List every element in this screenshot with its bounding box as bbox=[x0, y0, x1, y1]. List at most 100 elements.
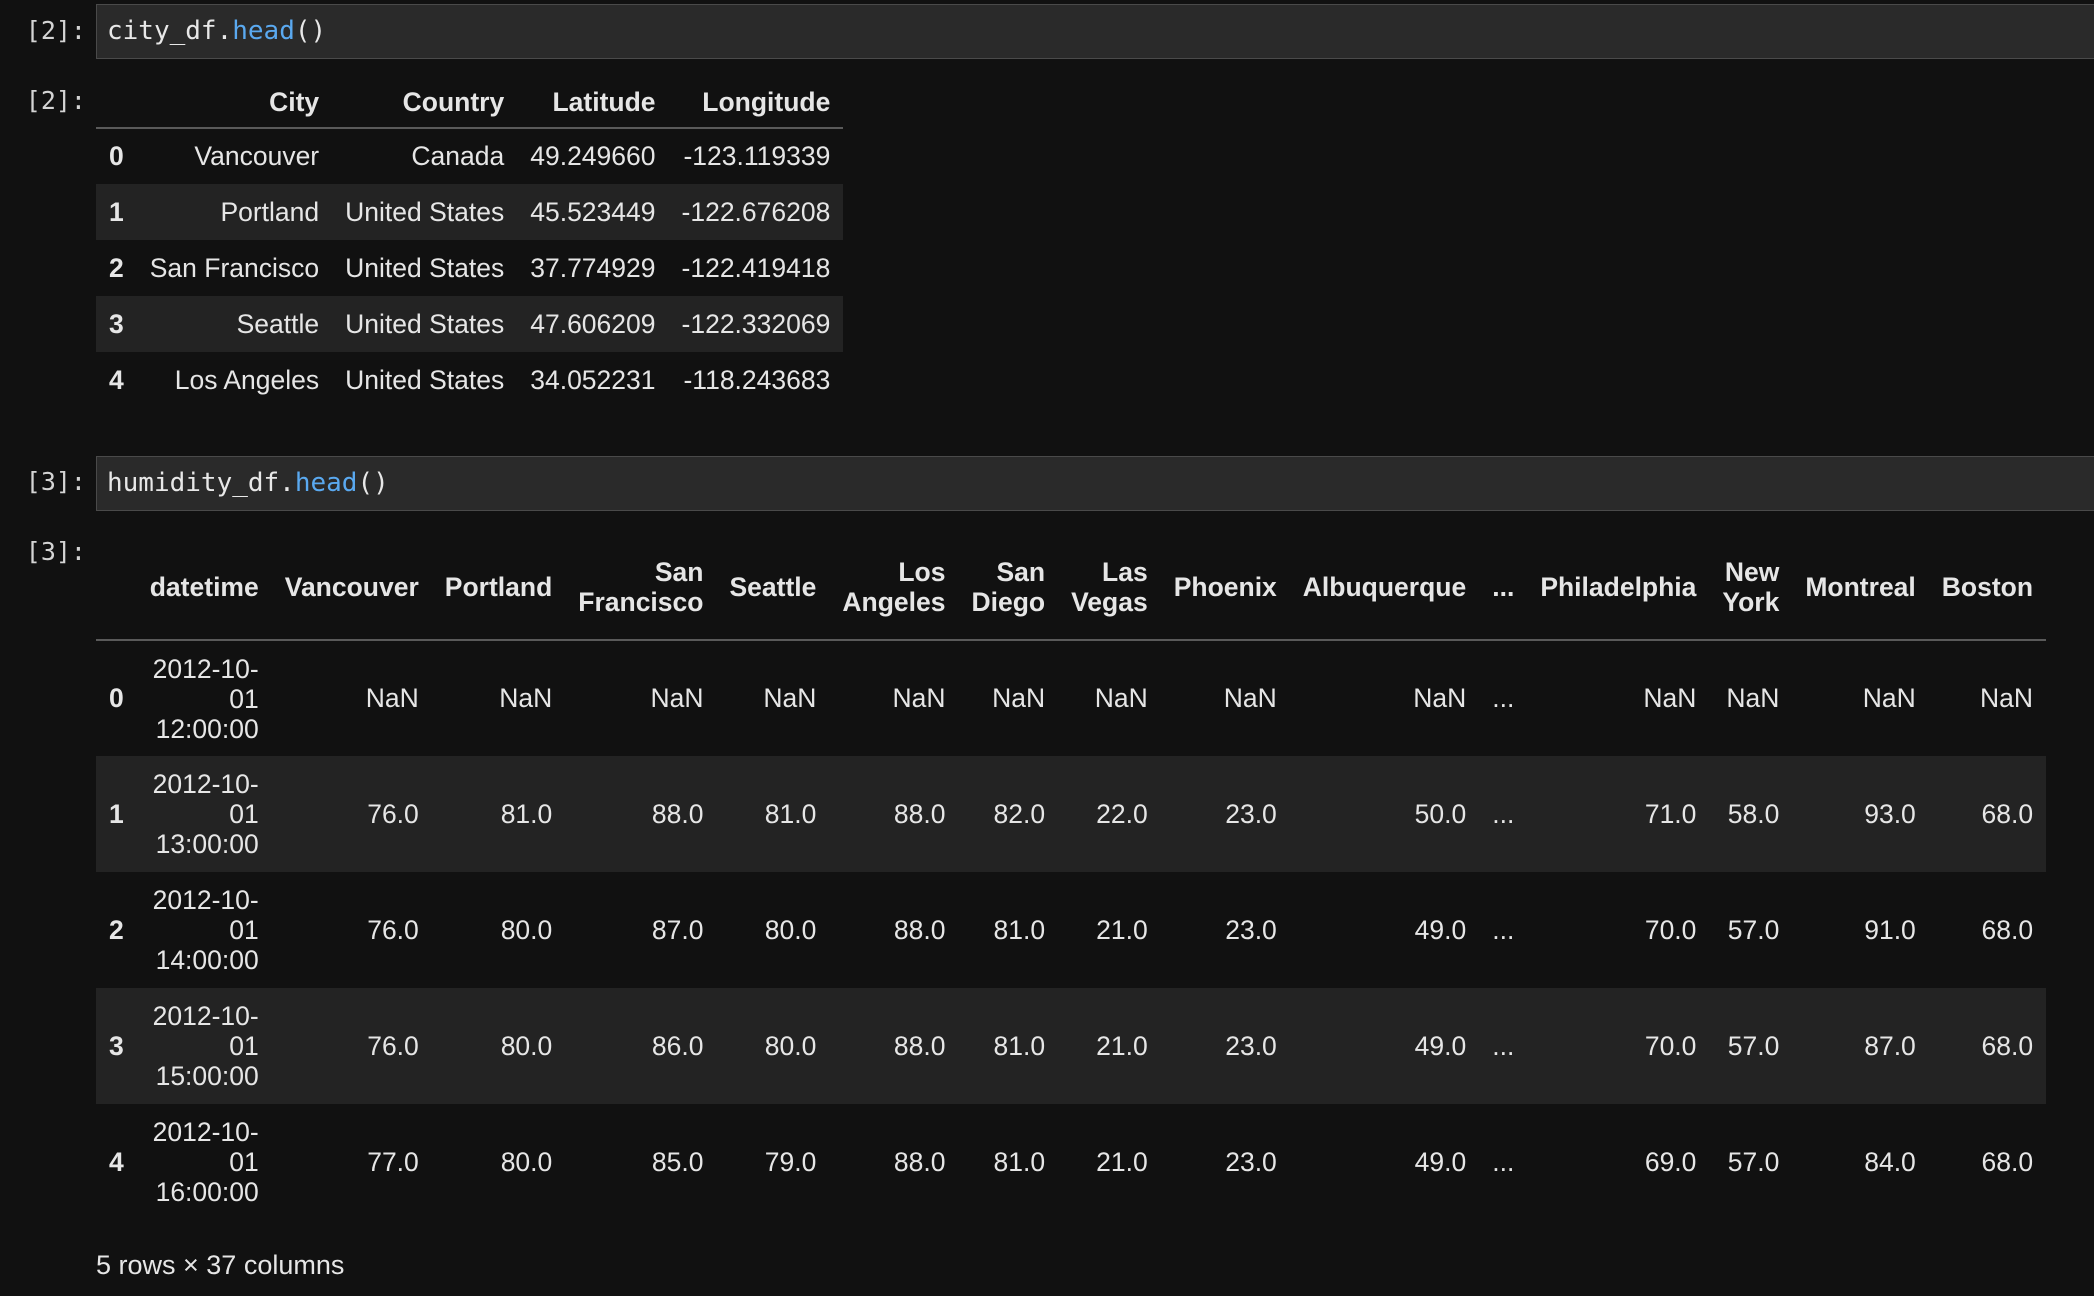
cell-phoenix: 23.0 bbox=[1225, 798, 1277, 829]
cell-albuquerque: 49.0 bbox=[1414, 914, 1467, 945]
column-header-albuquerque: Albuquerque bbox=[1289, 535, 1480, 641]
cell-country: Canada bbox=[411, 141, 505, 171]
datetime-part: 2012-10- bbox=[152, 1117, 259, 1147]
cell-country: United States bbox=[345, 196, 505, 227]
column-header-text: York bbox=[1722, 587, 1780, 617]
cell-ellipsis: ... bbox=[1492, 683, 1515, 713]
cell-datetime: 2012-10- 01 16:00:00 bbox=[137, 1104, 272, 1220]
cell-latitude: 49.249660 bbox=[530, 141, 656, 171]
code-args: () bbox=[294, 16, 327, 46]
cell-ellipsis: ... bbox=[1492, 798, 1515, 829]
cell-san-diego: 81.0 bbox=[993, 1146, 1046, 1177]
cell-san-diego: 82.0 bbox=[993, 798, 1046, 829]
cell-las-vegas: 22.0 bbox=[1096, 798, 1148, 829]
table-row: 2 San Francisco United States 37.774929 -122… bbox=[96, 240, 843, 296]
table-row: 4 2012-10- 01 16:00:00 77.0 80.0 85.0 79.0 88.0 8… bbox=[96, 1104, 2046, 1220]
column-header-text: Boston bbox=[1941, 572, 2034, 602]
cell-latitude: 37.774929 bbox=[530, 252, 656, 283]
cell-seattle: 81.0 bbox=[764, 798, 817, 829]
cell-philadelphia: 71.0 bbox=[1644, 798, 1697, 829]
cell-new-york: 57.0 bbox=[1727, 914, 1780, 945]
index-header bbox=[96, 535, 137, 641]
cell-2-code-editor[interactable]: city_df.head() bbox=[96, 4, 2094, 59]
column-header-text: Angeles bbox=[842, 587, 946, 617]
cell-vancouver: 77.0 bbox=[367, 1146, 419, 1177]
cell-datetime: 2012-10- 01 15:00:00 bbox=[137, 988, 272, 1104]
cell-montreal: 91.0 bbox=[1864, 914, 1916, 945]
column-header-los-angeles: Los Angeles bbox=[829, 535, 959, 641]
cell-portland: 80.0 bbox=[500, 1030, 553, 1061]
cell-boston: NaN bbox=[1980, 683, 2034, 713]
cell-los-angeles: 88.0 bbox=[893, 1030, 946, 1061]
row-index: 3 bbox=[109, 308, 124, 339]
cell-longitude: -118.243683 bbox=[683, 364, 831, 395]
cell-ellipsis: ... bbox=[1492, 914, 1515, 945]
cell-city: Los Angeles bbox=[174, 364, 320, 395]
datetime-part: 16:00:00 bbox=[155, 1177, 259, 1207]
row-index: 0 bbox=[109, 141, 124, 171]
cell-phoenix: 23.0 bbox=[1225, 1146, 1277, 1177]
cell-las-vegas: 21.0 bbox=[1096, 1146, 1148, 1177]
table-header-row: datetime Vancouver Portland San Francisco Sea… bbox=[96, 535, 2047, 641]
column-header-text: ... bbox=[1492, 572, 1515, 602]
cell-san-francisco: NaN bbox=[650, 683, 704, 713]
datetime-part: 01 bbox=[229, 1031, 259, 1061]
column-header-text: Vancouver bbox=[284, 572, 419, 602]
code-args: () bbox=[357, 468, 389, 498]
column-header-portland: Portland bbox=[431, 535, 566, 641]
table-row: 0 Vancouver Canada 49.249660 -123.119339 bbox=[96, 128, 843, 184]
cell-las-vegas: NaN bbox=[1094, 683, 1148, 713]
cell-san-francisco: 86.0 bbox=[651, 1030, 704, 1061]
cell-los-angeles: 88.0 bbox=[893, 1146, 946, 1177]
column-header-text: Montreal bbox=[1805, 572, 1916, 602]
column-header-ellipsis: ... bbox=[1479, 535, 1528, 641]
cell-philadelphia: 69.0 bbox=[1644, 1146, 1697, 1177]
cell-portland: 81.0 bbox=[500, 798, 553, 829]
cell-montreal: 87.0 bbox=[1864, 1030, 1916, 1061]
cell-las-vegas: 21.0 bbox=[1096, 914, 1148, 945]
cell-datetime: 2012-10- 01 13:00:00 bbox=[137, 756, 272, 872]
cell-seattle: 80.0 bbox=[764, 1030, 817, 1061]
column-header-datetime: datetime bbox=[136, 535, 272, 641]
table-row: 4 Los Angeles United States 34.052231 -118.2… bbox=[96, 352, 843, 408]
cell-vancouver: NaN bbox=[365, 683, 419, 713]
column-header-philadelphia: Philadelphia bbox=[1527, 535, 1710, 641]
column-header-text: Philadelphia bbox=[1540, 572, 1697, 602]
cell-country: United States bbox=[345, 308, 505, 339]
column-header-latitude: Latitude bbox=[517, 78, 669, 129]
datetime-part: 01 bbox=[229, 683, 259, 714]
cell-2-input-prompt: [2]: bbox=[25, 16, 86, 45]
column-header-text: San bbox=[996, 557, 1046, 587]
cell-san-diego: NaN bbox=[992, 683, 1046, 713]
datetime-part: 14:00:00 bbox=[155, 945, 259, 975]
datetime-part: 01 bbox=[229, 1147, 259, 1177]
row-index: 2 bbox=[109, 252, 124, 283]
cell-albuquerque: 49.0 bbox=[1414, 1030, 1467, 1061]
code-object: humidity_df. bbox=[107, 468, 295, 498]
cell-philadelphia: NaN bbox=[1643, 683, 1697, 713]
humidity-dataframe-table: datetime Vancouver Portland San Francisco Sea… bbox=[96, 535, 2047, 1220]
column-header-text: Seattle bbox=[729, 572, 817, 602]
cell-montreal: 84.0 bbox=[1864, 1146, 1916, 1177]
cell-longitude: -122.419418 bbox=[681, 252, 831, 283]
cell-seattle: NaN bbox=[763, 683, 817, 713]
column-header-vancouver: Vancouver bbox=[271, 535, 432, 641]
cell-datetime: 2012-10- 01 14:00:00 bbox=[137, 872, 272, 988]
cell-san-francisco: 85.0 bbox=[651, 1146, 704, 1177]
cell-new-york: NaN bbox=[1726, 683, 1780, 713]
code-method: head bbox=[232, 16, 295, 46]
cell-longitude: -123.119339 bbox=[683, 141, 831, 171]
cell-3-code-editor[interactable]: humidity_df.head() bbox=[96, 456, 2094, 511]
cell-longitude: -122.676208 bbox=[681, 196, 831, 227]
cell-boston: 68.0 bbox=[1981, 798, 2034, 829]
cell-portland: 80.0 bbox=[500, 914, 553, 945]
datetime-part: 01 bbox=[229, 799, 259, 829]
cell-phoenix: NaN bbox=[1223, 683, 1277, 713]
code-method: head bbox=[294, 468, 358, 498]
datetime-part: 2012-10- bbox=[152, 769, 259, 799]
row-index: 2 bbox=[109, 914, 124, 945]
table-row: 3 Seattle United States 47.606209 -122.33206… bbox=[96, 296, 844, 352]
cell-portland: NaN bbox=[499, 683, 553, 713]
table-row: 0 2012-10- 01 12:00:00 NaN NaN NaN NaN NaN NaN NaN… bbox=[96, 640, 2046, 756]
column-header-text: datetime bbox=[149, 572, 259, 602]
